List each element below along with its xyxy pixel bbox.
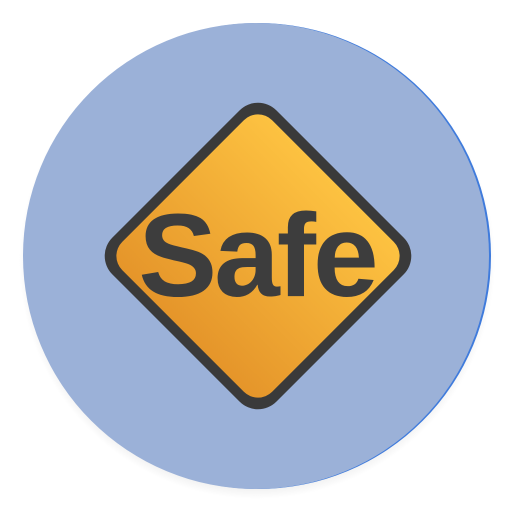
app-icon[interactable]: Safe [0, 0, 512, 512]
safe-sign-svg: Safe [19, 23, 495, 499]
sign-label: Safe [138, 190, 375, 322]
